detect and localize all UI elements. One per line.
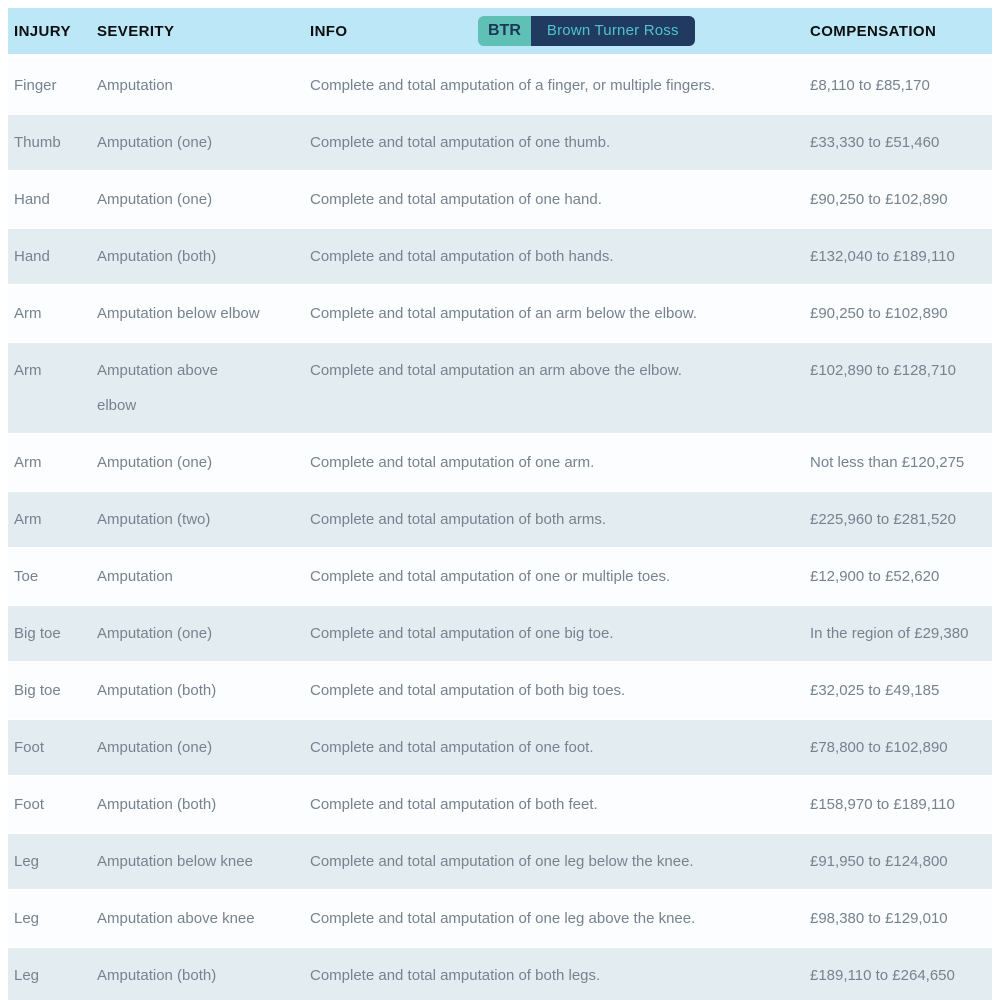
table-row: Arm Amputation below elbow Complete and … xyxy=(8,286,992,341)
severity-cell: Amputation (one) xyxy=(97,134,213,151)
injury-cell: Hand xyxy=(14,248,50,265)
severity-cell: Amputation (one) xyxy=(97,739,213,756)
table-row: Thumb Amputation (one) Complete and tota… xyxy=(8,115,992,170)
severity-cell: Amputation (both) xyxy=(97,248,217,265)
info-cell: Complete and total amputation an arm abo… xyxy=(310,362,682,379)
compensation-cell: £78,800 to £102,890 xyxy=(810,739,948,756)
injury-cell: Hand xyxy=(14,191,50,208)
table-row: Arm Amputation (two) Complete and total … xyxy=(8,492,992,547)
injury-cell: Toe xyxy=(14,568,39,585)
severity-cell: Amputation (one) xyxy=(97,454,213,471)
severity-cell: Amputation below knee xyxy=(97,853,253,870)
info-cell: Complete and total amputation of both fe… xyxy=(310,796,598,813)
info-cell: Complete and total amputation of both bi… xyxy=(310,682,626,699)
compensation-cell: Not less than £120,275 xyxy=(810,454,965,471)
injury-cell: Arm xyxy=(14,454,42,471)
table-header-row: INJURY SEVERITY INFO COMPENSATION BTR Br… xyxy=(8,8,992,54)
info-cell: Complete and total amputation of one han… xyxy=(310,191,602,208)
compensation-cell: £8,110 to £85,170 xyxy=(810,77,930,94)
severity-cell: Amputation xyxy=(97,568,173,585)
compensation-cell: £32,025 to £49,185 xyxy=(810,682,940,699)
table-row: Hand Amputation (one) Complete and total… xyxy=(8,172,992,227)
compensation-cell: £91,950 to £124,800 xyxy=(810,853,948,870)
compensation-table: INJURY SEVERITY INFO COMPENSATION BTR Br… xyxy=(8,8,992,1000)
compensation-cell: In the region of £29,380 xyxy=(810,625,969,642)
table-row: Arm Amputation above elbow Complete and … xyxy=(8,343,992,433)
table-row: Toe Amputation Complete and total amputa… xyxy=(8,549,992,604)
severity-cell: Amputation (one) xyxy=(97,191,213,208)
severity-cell: Amputation (both) xyxy=(97,796,217,813)
injury-cell: Arm xyxy=(14,305,42,322)
injury-cell: Arm xyxy=(14,511,42,528)
compensation-cell: £12,900 to £52,620 xyxy=(810,568,940,585)
severity-cell: Amputation (both) xyxy=(97,682,217,699)
compensation-cell: £33,330 to £51,460 xyxy=(810,134,940,151)
column-header-injury: INJURY xyxy=(14,22,71,40)
table-row: Big toe Amputation (one) Complete and to… xyxy=(8,606,992,661)
compensation-page: INJURY SEVERITY INFO COMPENSATION BTR Br… xyxy=(0,0,1000,1000)
compensation-cell: £90,250 to £102,890 xyxy=(810,305,948,322)
table-row: Arm Amputation (one) Complete and total … xyxy=(8,435,992,490)
injury-cell: Leg xyxy=(14,853,40,870)
info-cell: Complete and total amputation of one thu… xyxy=(310,134,611,151)
compensation-cell: £90,250 to £102,890 xyxy=(810,191,948,208)
injury-cell: Leg xyxy=(14,967,40,984)
severity-cell: Amputation (two) xyxy=(97,511,211,528)
injury-cell: Big toe xyxy=(14,625,61,642)
injury-cell: Foot xyxy=(14,796,45,813)
info-cell: Complete and total amputation of one leg… xyxy=(310,853,694,870)
injury-cell: Thumb xyxy=(14,134,61,151)
injury-cell: Foot xyxy=(14,739,45,756)
compensation-cell: £132,040 to £189,110 xyxy=(810,248,955,265)
compensation-cell: £102,890 to £128,710 xyxy=(810,362,956,379)
column-header-compensation: COMPENSATION xyxy=(810,22,937,40)
severity-cell: Amputation (one) xyxy=(97,625,213,642)
info-cell: Complete and total amputation of one or … xyxy=(310,568,671,585)
severity-cell: Amputation xyxy=(97,77,173,94)
info-cell: Complete and total amputation of one big… xyxy=(310,625,614,642)
table-row: Leg Amputation above knee Complete and t… xyxy=(8,891,992,946)
severity-cell: Amputation above knee xyxy=(97,910,255,927)
brand-badge[interactable]: BTR Brown Turner Ross xyxy=(478,16,695,46)
info-cell: Complete and total amputation of one arm… xyxy=(310,454,595,471)
compensation-cell: £189,110 to £264,650 xyxy=(810,967,955,984)
brand-logo-name: Brown Turner Ross xyxy=(530,16,695,46)
severity-cell: Amputation (both) xyxy=(97,967,217,984)
info-cell: Complete and total amputation of a finge… xyxy=(310,77,716,94)
compensation-cell: £225,960 to £281,520 xyxy=(810,511,956,528)
injury-cell: Big toe xyxy=(14,682,61,699)
injury-cell: Leg xyxy=(14,910,40,927)
table-row: Leg Amputation below knee Complete and t… xyxy=(8,834,992,889)
table-row: Foot Amputation (both) Complete and tota… xyxy=(8,777,992,832)
table-row: Hand Amputation (both) Complete and tota… xyxy=(8,229,992,284)
info-cell: Complete and total amputation of one leg… xyxy=(310,910,696,927)
brand-logo-initials: BTR xyxy=(478,16,531,46)
info-cell: Complete and total amputation of both ha… xyxy=(310,248,614,265)
injury-cell: Finger xyxy=(14,77,57,94)
injury-cell: Arm xyxy=(14,362,42,379)
info-cell: Complete and total amputation of one foo… xyxy=(310,739,594,756)
compensation-cell: £158,970 to £189,110 xyxy=(810,796,955,813)
table-row: Leg Amputation (both) Complete and total… xyxy=(8,948,992,1000)
info-cell: Complete and total amputation of both ar… xyxy=(310,511,607,528)
severity-cell: Amputation above elbow xyxy=(97,362,218,414)
info-cell: Complete and total amputation of an arm … xyxy=(310,305,697,322)
compensation-cell: £98,380 to £129,010 xyxy=(810,910,948,927)
table-row: Foot Amputation (one) Complete and total… xyxy=(8,720,992,775)
severity-cell: Amputation below elbow xyxy=(97,305,260,322)
column-header-severity: SEVERITY xyxy=(97,22,175,40)
info-cell: Complete and total amputation of both le… xyxy=(310,967,601,984)
table-row: Finger Amputation Complete and total amp… xyxy=(8,58,992,113)
table-row: Big toe Amputation (both) Complete and t… xyxy=(8,663,992,718)
